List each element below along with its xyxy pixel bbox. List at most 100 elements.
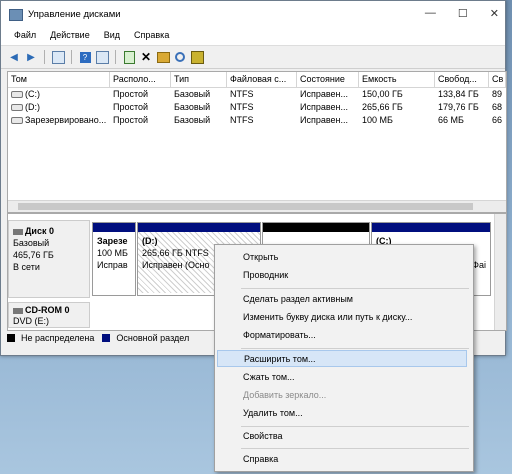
minimize-button[interactable]: — (425, 7, 436, 20)
help-icon[interactable]: ? (78, 50, 92, 64)
menu-item-properties[interactable]: Свойства (217, 428, 467, 445)
window-controls: — ☐ ✕ (425, 7, 499, 20)
volume-icon (11, 117, 23, 125)
table-row[interactable]: (D:) Простой Базовый NTFS Исправен... 26… (8, 101, 506, 114)
menu-help[interactable]: Справка (127, 27, 176, 45)
status-cell: Исправен... (300, 115, 349, 125)
menu-item-help[interactable]: Справка (217, 451, 467, 468)
layout-cell: Простой (113, 115, 149, 125)
delete-icon[interactable]: ✕ (139, 50, 153, 64)
legend: Не распределена Основной раздел (7, 331, 189, 345)
menu-file[interactable]: Файл (7, 27, 43, 45)
close-button[interactable]: ✕ (490, 7, 499, 20)
menu-action[interactable]: Действие (43, 27, 97, 45)
volume-list-header: Том Располо... Тип Файловая с... Состоян… (8, 72, 506, 88)
menu-separator (241, 448, 469, 449)
percent-free-cell: 68 (492, 102, 503, 112)
horizontal-scrollbar[interactable] (8, 200, 506, 212)
volume-name: (D:) (25, 102, 40, 112)
menu-separator (241, 348, 469, 349)
menu-item-explorer[interactable]: Проводник (217, 267, 467, 284)
disk-management-app-icon (9, 9, 23, 21)
type-cell: Базовый (174, 89, 211, 99)
check-icon[interactable] (122, 50, 136, 64)
search-icon[interactable] (173, 50, 187, 64)
free-space-cell: 133,84 ГБ (438, 89, 479, 99)
menu-separator (241, 426, 469, 427)
menu-item-shrink-volume[interactable]: Сжать том... (217, 369, 467, 386)
layout-cell: Простой (113, 102, 149, 112)
volume-icon (11, 91, 23, 99)
volume-list: Том Располо... Тип Файловая с... Состоян… (7, 71, 507, 213)
volume-cell: (D:) (8, 101, 110, 114)
status-cell: Исправен... (300, 102, 349, 112)
menu-item-mark-active[interactable]: Сделать раздел активным (217, 291, 467, 308)
scrollbar-thumb[interactable] (18, 203, 473, 210)
toolbar-separator (115, 50, 116, 64)
column-type[interactable]: Тип (171, 72, 227, 87)
menu-bar: Файл Действие Вид Справка (1, 27, 505, 46)
layout-cell: Простой (113, 89, 149, 99)
cdrom-0-info[interactable]: CD-ROM 0 DVD (E:) (8, 302, 90, 328)
panel-icon[interactable] (95, 50, 109, 64)
cdrom-name: CD-ROM 0 (25, 305, 70, 315)
legend-swatch-primary (102, 334, 111, 342)
toolbar-separator (71, 50, 72, 64)
folder-icon[interactable] (156, 50, 170, 64)
disk-0-info[interactable]: Диск 0 Базовый 465,76 ГБ В сети (8, 220, 90, 298)
column-layout[interactable]: Располо... (110, 72, 171, 87)
column-free-space[interactable]: Свобод... (435, 72, 489, 87)
column-filesystem[interactable]: Файловая с... (227, 72, 297, 87)
table-row[interactable]: Зарезервировано... Простой Базовый NTFS … (8, 114, 506, 127)
partition-reserved[interactable]: Зарезе 100 МБ Исправ (92, 222, 136, 296)
column-volume[interactable]: Том (8, 72, 110, 87)
column-status[interactable]: Состояние (297, 72, 359, 87)
properties-icon[interactable] (190, 50, 204, 64)
partition-status: Исправ (97, 260, 128, 270)
filesystem-cell: NTFS (230, 89, 254, 99)
free-space-cell: 66 МБ (438, 115, 464, 125)
volume-name: (C:) (25, 89, 40, 99)
column-capacity[interactable]: Емкость (359, 72, 435, 87)
menu-item-delete-volume[interactable]: Удалить том... (217, 405, 467, 422)
percent-free-cell: 66 (492, 115, 503, 125)
maximize-button[interactable]: ☐ (458, 7, 468, 20)
table-row[interactable]: (C:) Простой Базовый NTFS Исправен... 15… (8, 88, 506, 101)
capacity-cell: 150,00 ГБ (362, 89, 403, 99)
menu-item-change-drive-letter[interactable]: Изменить букву диска или путь к диску... (217, 309, 467, 326)
capacity-cell: 100 МБ (362, 115, 393, 125)
window-title: Управление дисками (28, 9, 121, 20)
menu-item-open[interactable]: Открыть (217, 249, 467, 266)
vertical-scrollbar[interactable] (494, 214, 506, 330)
legend-unallocated: Не распределена (21, 333, 95, 343)
menu-item-extend-volume[interactable]: Расширить том... (217, 350, 467, 367)
disk-name: Диск 0 (25, 226, 54, 236)
menu-view[interactable]: Вид (97, 27, 127, 45)
toolbar: ◀ ▶ ? ✕ (1, 46, 505, 69)
partition-bar (93, 223, 135, 232)
disk-icon (13, 228, 23, 235)
forward-icon[interactable]: ▶ (24, 50, 38, 64)
volume-cell: Зарезервировано... (8, 114, 110, 127)
capacity-cell: 265,66 ГБ (362, 102, 403, 112)
partition-size: 100 МБ (97, 248, 128, 258)
legend-swatch-unallocated (7, 334, 15, 342)
disk-size: 465,76 ГБ (13, 250, 54, 260)
percent-free-cell: 89 (492, 89, 503, 99)
menu-separator (241, 288, 469, 289)
menu-item-format[interactable]: Форматировать... (217, 327, 467, 344)
volume-icon (11, 104, 23, 112)
filesystem-cell: NTFS (230, 102, 254, 112)
back-icon[interactable]: ◀ (7, 50, 21, 64)
cdrom-type: DVD (E:) (13, 316, 49, 326)
legend-primary: Основной раздел (116, 333, 190, 343)
filesystem-cell: NTFS (230, 115, 254, 125)
volume-cell: (C:) (8, 88, 110, 101)
title-bar: Управление дисками — ☐ ✕ (1, 1, 505, 27)
grid-icon[interactable] (51, 50, 65, 64)
context-menu: Открыть Проводник Сделать раздел активны… (214, 244, 474, 472)
partition-bar (263, 223, 369, 232)
column-percent-free[interactable]: Св (489, 72, 506, 87)
status-cell: Исправен... (300, 89, 349, 99)
volume-name: Зарезервировано... (25, 115, 107, 125)
